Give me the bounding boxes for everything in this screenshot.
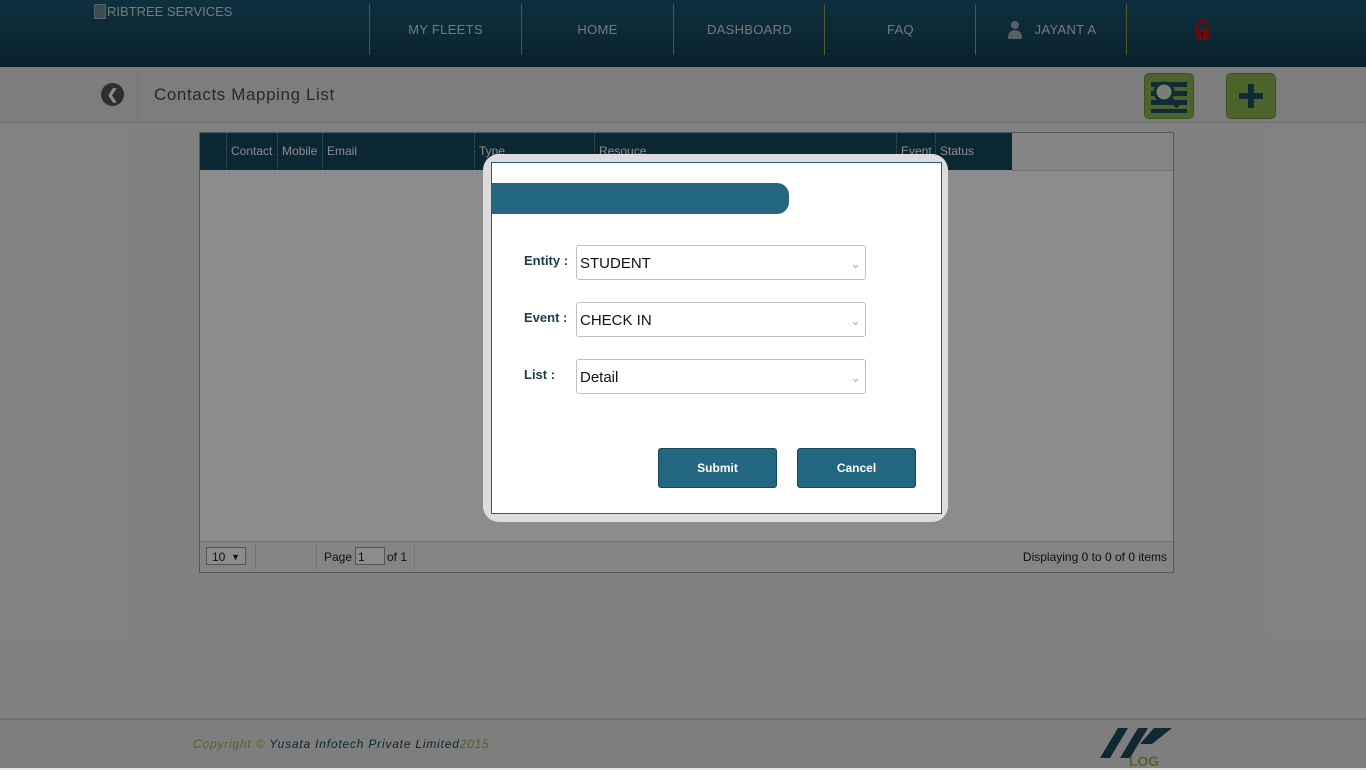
entity-label: Entity : — [524, 253, 569, 268]
chevron-down-icon: ⌄ — [850, 313, 861, 328]
entity-value: STUDENT — [580, 255, 651, 272]
list-value: Detail — [580, 369, 619, 386]
entity-select[interactable]: STUDENT ⌄ — [576, 245, 866, 280]
chevron-down-icon: ⌄ — [850, 370, 861, 385]
submit-button[interactable]: Submit — [658, 448, 777, 488]
list-select[interactable]: Detail ⌄ — [576, 359, 866, 394]
event-label: Event : — [524, 310, 568, 325]
chevron-down-icon: ⌄ — [850, 256, 861, 271]
contacts-filter-dialog: Entity : STUDENT ⌄ Event : CHECK IN ⌄ Li… — [483, 154, 948, 522]
event-select[interactable]: CHECK IN ⌄ — [576, 302, 866, 337]
dialog-body: Entity : STUDENT ⌄ Event : CHECK IN ⌄ Li… — [491, 162, 942, 514]
list-label: List : — [524, 367, 556, 382]
dialog-title-bar — [492, 183, 789, 214]
event-value: CHECK IN — [580, 312, 652, 329]
cancel-button[interactable]: Cancel — [797, 448, 916, 488]
